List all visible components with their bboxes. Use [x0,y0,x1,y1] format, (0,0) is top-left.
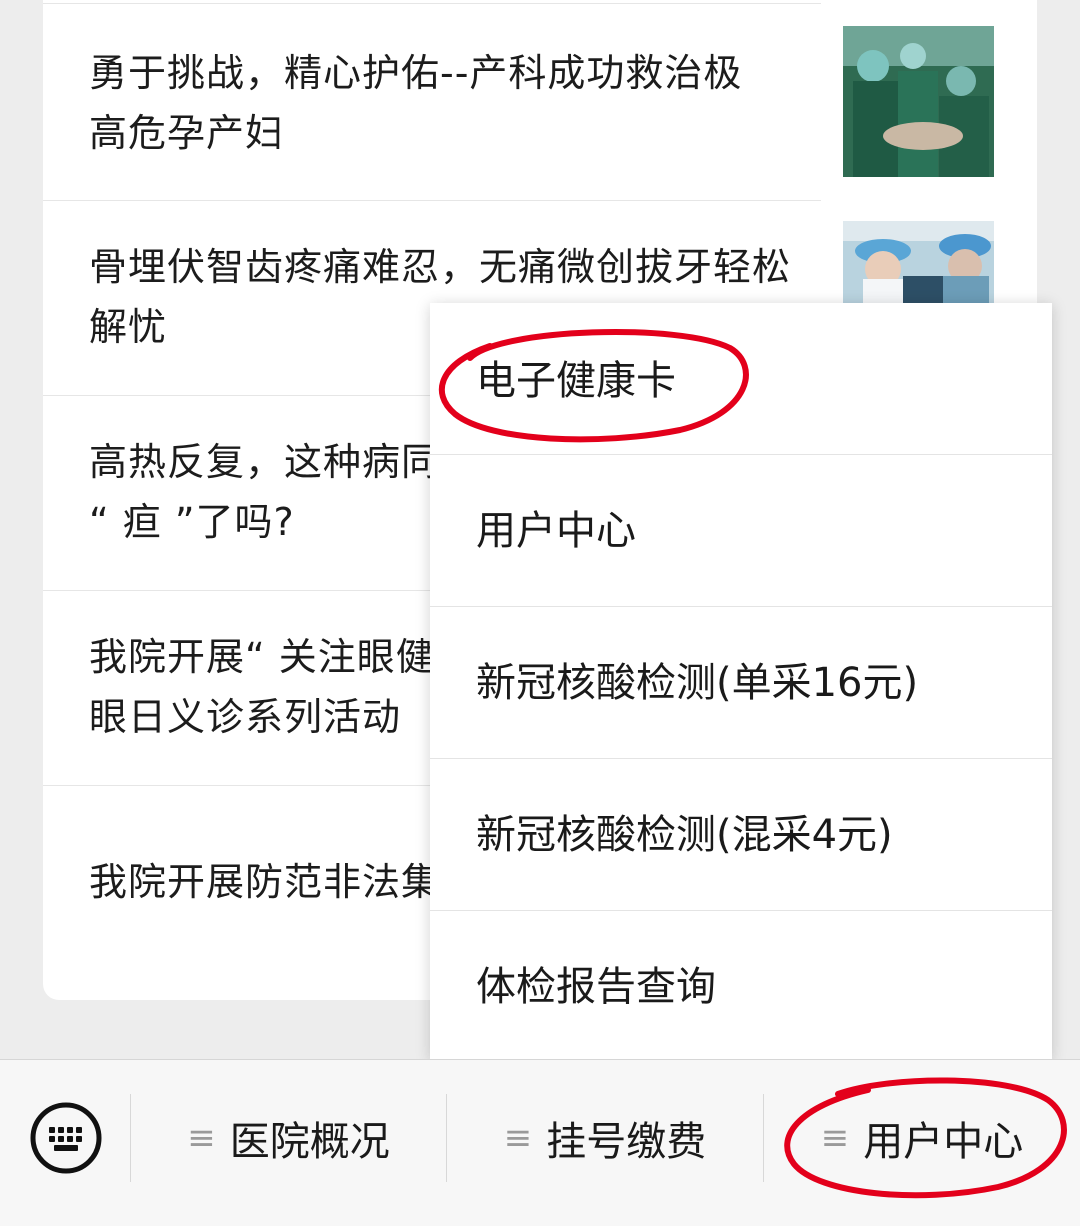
menu-item-label: 新冠核酸检测(单采16元) [476,660,919,706]
tab-label: 挂号缴费 [546,1119,707,1165]
article-thumbnail[interactable] [843,221,994,305]
menu-item-user-center[interactable]: 用户中心 [430,455,1052,607]
menu-item-label: 体检报告查询 [476,964,716,1010]
tab-user-center[interactable]: ≡ 用户中心 [764,1094,1080,1182]
menu-item-health-report[interactable]: 体检报告查询 [430,911,1052,1060]
tab-label: 医院概况 [229,1119,390,1165]
menu-item-label: 新冠核酸检测(混采4元) [476,812,893,858]
menu-icon: ≡ [820,1118,850,1158]
popup-menu: 电子健康卡 用户中心 新冠核酸检测(单采16元) 新冠核酸检测(混采4元) 体检… [430,303,1052,1060]
menu-item-electronic-health-card[interactable]: 电子健康卡 [430,303,1052,455]
article-title: 勇于挑战，精心护佑--产科成功救治极 高危孕产妇 [89,51,743,155]
tab-registration-payment[interactable]: ≡ 挂号缴费 [447,1094,763,1182]
tab-hospital-overview[interactable]: ≡ 医院概况 [131,1094,446,1182]
menu-item-covid-test-pooled[interactable]: 新冠核酸检测(混采4元) [430,759,1052,911]
tab-label: 用户中心 [863,1119,1024,1165]
surgery-photo [843,26,994,177]
article-item[interactable]: 勇于挑战，精心护佑--产科成功救治极 高危孕产妇 [43,5,821,200]
dental-photo [843,221,994,305]
keyboard-icon[interactable] [30,1102,102,1174]
menu-icon: ≡ [503,1118,533,1158]
divider [43,0,821,4]
menu-icon: ≡ [187,1118,216,1158]
menu-item-label: 电子健康卡 [476,358,676,404]
menu-item-covid-test-single[interactable]: 新冠核酸检测(单采16元) [430,607,1052,759]
bottom-menu-bar: ≡ 医院概况 ≡ 挂号缴费 ≡ 用户中心 [0,1059,1080,1226]
article-thumbnail[interactable] [843,26,994,177]
menu-item-label: 用户中心 [476,508,636,554]
